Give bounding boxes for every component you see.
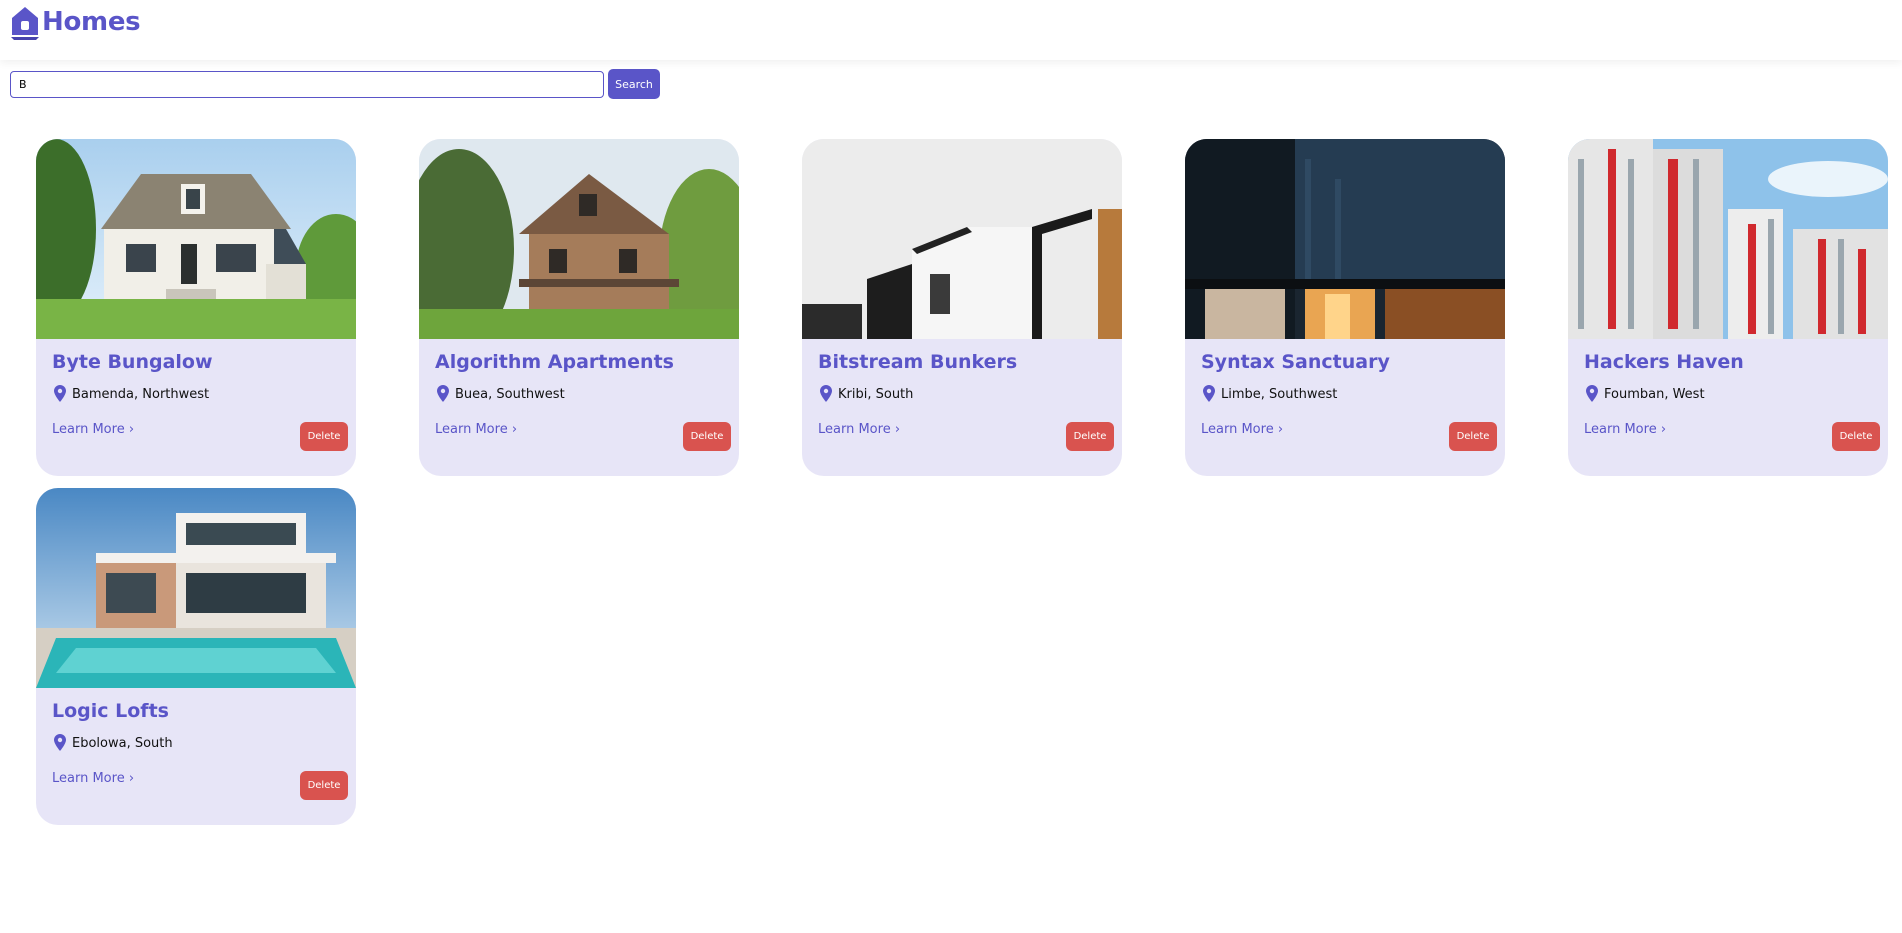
card-title: Bitstream Bunkers [818,351,1018,373]
location-text: Kribi, South [838,387,914,402]
location-pin-icon [820,385,832,402]
card-location: Foumban, West [1586,385,1705,402]
delete-button[interactable]: Delete [683,422,731,451]
search-input[interactable] [10,70,604,98]
card-location: Ebolowa, South [54,734,173,751]
delete-button[interactable]: Delete [1066,422,1114,451]
card-title: Hackers Haven [1584,351,1744,373]
villa-with-pool-photo [36,488,356,688]
delete-button[interactable]: Delete [1449,422,1497,451]
learn-more-link[interactable]: Learn More › [52,422,134,437]
card-location: Kribi, South [820,385,913,402]
top-bar: Homes [0,0,1902,60]
location-pin-icon [54,385,66,402]
apartment-towers-photo [1568,139,1888,339]
dark-modern-facade-photo [1185,139,1505,339]
home-card: Byte Bungalow Bamenda, Northwest Learn M… [36,139,356,476]
search-bar: Search [10,69,660,99]
card-title: Byte Bungalow [52,351,213,373]
location-text: Buea, Southwest [455,387,565,402]
card-title: Algorithm Apartments [435,351,674,373]
victorian-house-photo [419,139,739,339]
cottage-house-photo [36,139,356,339]
location-pin-icon [437,385,449,402]
house-icon [11,7,39,40]
delete-button[interactable]: Delete [300,422,348,451]
home-card: Hackers Haven Foumban, West Learn More ›… [1568,139,1888,476]
delete-button[interactable]: Delete [1832,422,1880,451]
learn-more-link[interactable]: Learn More › [818,422,900,437]
learn-more-link[interactable]: Learn More › [1584,422,1666,437]
home-card: Syntax Sanctuary Limbe, Southwest Learn … [1185,139,1505,476]
card-title: Syntax Sanctuary [1201,351,1390,373]
card-location: Bamenda, Northwest [54,385,209,402]
home-card: Bitstream Bunkers Kribi, South Learn Mor… [802,139,1122,476]
search-button[interactable]: Search [608,69,660,99]
location-text: Bamenda, Northwest [72,387,210,402]
learn-more-link[interactable]: Learn More › [1201,422,1283,437]
card-location: Buea, Southwest [437,385,565,402]
learn-more-link[interactable]: Learn More › [52,771,134,786]
home-card: Algorithm Apartments Buea, Southwest Lea… [419,139,739,476]
card-title: Logic Lofts [52,700,169,722]
location-text: Foumban, West [1604,387,1705,402]
location-pin-icon [54,734,66,751]
learn-more-link[interactable]: Learn More › [435,422,517,437]
home-card: Logic Lofts Ebolowa, South Learn More › … [36,488,356,825]
location-text: Ebolowa, South [72,736,173,751]
modern-white-black-house-photo [802,139,1122,339]
brand[interactable]: Homes [9,4,141,40]
card-location: Limbe, Southwest [1203,385,1337,402]
location-pin-icon [1203,385,1215,402]
delete-button[interactable]: Delete [300,771,348,800]
location-pin-icon [1586,385,1598,402]
location-text: Limbe, Southwest [1221,387,1338,402]
app-title: Homes [42,7,141,37]
